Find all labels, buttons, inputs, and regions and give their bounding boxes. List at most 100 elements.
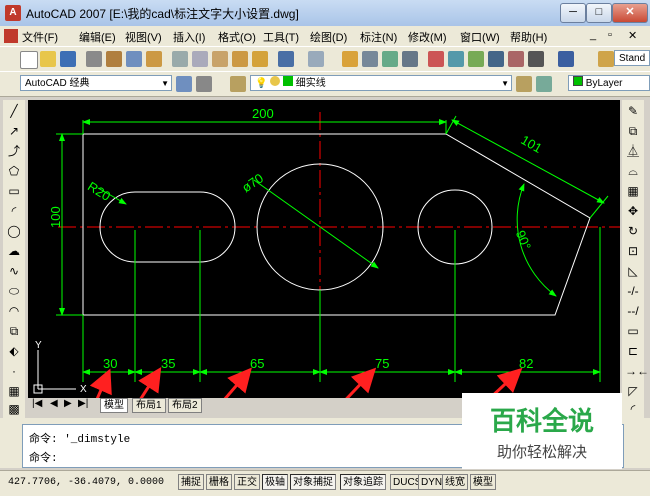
menu-help[interactable]: 帮助(H) — [510, 29, 547, 45]
copy-icon[interactable] — [192, 51, 208, 67]
open-icon[interactable] — [40, 51, 56, 67]
tab-layout2[interactable]: 布局2 — [168, 398, 202, 413]
spline-icon[interactable]: ∿ — [6, 264, 22, 278]
layer-combo[interactable]: 💡 细实线 ▼ — [250, 75, 512, 91]
gradient-icon[interactable]: ▩ — [6, 402, 22, 416]
command-prompt-line[interactable]: 命令: — [29, 449, 58, 465]
lineweight-toggle[interactable]: 线宽 — [442, 474, 468, 490]
doc-close-icon[interactable]: ✕ — [628, 29, 637, 42]
help-icon[interactable] — [558, 51, 574, 67]
menu-view[interactable]: 视图(V) — [125, 29, 162, 45]
break-icon[interactable]: ⊏ — [625, 344, 641, 358]
break-at-point-icon[interactable]: ▭ — [625, 324, 641, 338]
menu-modify[interactable]: 修改(M) — [408, 29, 447, 45]
chamfer-icon[interactable]: ◸ — [625, 384, 641, 398]
rotate-icon[interactable]: ↻ — [625, 224, 641, 238]
first-tab-icon[interactable]: |◀ — [32, 398, 42, 409]
menu-file[interactable]: 文件(F) — [22, 29, 58, 45]
zoom-window-icon[interactable] — [382, 51, 398, 67]
properties-icon[interactable] — [428, 51, 444, 67]
block-editor-icon[interactable] — [252, 51, 268, 67]
doc-minimize-icon[interactable]: _ — [590, 29, 596, 41]
drawing-area[interactable]: 200 101 R20 ø70 100 90° 30 35 65 75 82 Y — [28, 100, 620, 414]
menu-insert[interactable]: 插入(I) — [173, 29, 205, 45]
arc-icon[interactable]: ◜ — [6, 204, 22, 218]
cut-icon[interactable] — [172, 51, 188, 67]
3d-dwf-icon[interactable] — [146, 51, 162, 67]
point-icon[interactable]: · — [6, 364, 22, 378]
new-icon[interactable] — [20, 51, 38, 69]
document-icon[interactable] — [4, 29, 18, 43]
extend-icon[interactable]: --/ — [625, 304, 641, 318]
pan-icon[interactable] — [342, 51, 358, 67]
polygon-icon[interactable]: ⬠ — [6, 164, 22, 178]
trim-icon[interactable]: -/- — [625, 284, 641, 298]
scale-icon[interactable]: ⊡ — [625, 244, 641, 258]
plot-preview-icon[interactable] — [106, 51, 122, 67]
workspace-combo[interactable]: AutoCAD 经典 ▼ — [20, 75, 172, 91]
menu-format[interactable]: 格式(O) — [218, 29, 256, 45]
minimize-button[interactable]: ─ — [560, 3, 586, 23]
publish-icon[interactable] — [126, 51, 142, 67]
fillet-icon[interactable]: ◜ — [625, 402, 641, 416]
menu-tools[interactable]: 工具(T) — [263, 29, 299, 45]
zoom-previous-icon[interactable] — [402, 51, 418, 67]
erase-icon[interactable]: ✎ — [625, 104, 641, 118]
snap-toggle[interactable]: 捕捉 — [178, 474, 204, 490]
osnap-toggle[interactable]: 对象捕捉 — [290, 474, 336, 490]
maximize-button[interactable]: □ — [586, 3, 612, 23]
prev-tab-icon[interactable]: ◀ — [50, 398, 58, 409]
text-style-icon[interactable] — [598, 51, 614, 67]
make-current-layer-icon[interactable] — [516, 76, 532, 92]
insert-block-icon[interactable]: ⧉ — [6, 324, 22, 338]
close-button[interactable]: ✕ — [612, 3, 648, 23]
ellipse-arc-icon[interactable]: ◠ — [6, 304, 22, 318]
save-workspace-icon[interactable] — [196, 76, 212, 92]
zoom-realtime-icon[interactable] — [362, 51, 378, 67]
grid-toggle[interactable]: 栅格 — [206, 474, 232, 490]
menu-dimension[interactable]: 标注(N) — [360, 29, 397, 45]
next-tab-icon[interactable]: ▶ — [64, 398, 72, 409]
stretch-icon[interactable]: ◺ — [625, 264, 641, 278]
autocad-app-icon[interactable]: A — [5, 5, 21, 21]
layer-manager-icon[interactable] — [230, 76, 246, 92]
tab-model[interactable]: 模型 — [100, 398, 128, 413]
paste-icon[interactable] — [212, 51, 228, 67]
last-tab-icon[interactable]: ▶| — [78, 398, 88, 409]
save-icon[interactable] — [60, 51, 76, 67]
color-combo[interactable]: ByLayer — [568, 75, 650, 91]
copy-object-icon[interactable]: ⧉ — [625, 124, 641, 138]
circle-icon[interactable]: ◯ — [6, 224, 22, 238]
hatch-icon[interactable]: ▦ — [6, 384, 22, 398]
otrack-toggle[interactable]: 对象追踪 — [340, 474, 386, 490]
array-icon[interactable]: ▦ — [625, 184, 641, 198]
sheet-set-icon[interactable] — [488, 51, 504, 67]
move-icon[interactable]: ✥ — [625, 204, 641, 218]
tab-layout1[interactable]: 布局1 — [132, 398, 166, 413]
doc-restore-icon[interactable]: ▫ — [608, 29, 612, 41]
make-block-icon[interactable]: ⬖ — [6, 344, 22, 358]
markup-icon[interactable] — [508, 51, 524, 67]
join-icon[interactable]: →← — [625, 364, 649, 378]
layer-previous-icon[interactable] — [536, 76, 552, 92]
polar-toggle[interactable]: 极轴 — [262, 474, 288, 490]
workspace-settings-icon[interactable] — [176, 76, 192, 92]
menu-draw[interactable]: 绘图(D) — [310, 29, 347, 45]
tool-palettes-icon[interactable] — [468, 51, 484, 67]
model-toggle[interactable]: 模型 — [470, 474, 496, 490]
offset-icon[interactable]: ⌓ — [625, 164, 641, 178]
mirror-icon[interactable]: ⏅ — [625, 144, 641, 158]
design-center-icon[interactable] — [448, 51, 464, 67]
line-icon[interactable]: ╱ — [6, 104, 22, 118]
polyline-icon[interactable]: ⤴ — [6, 144, 22, 158]
redo-icon[interactable] — [308, 51, 324, 67]
calculator-icon[interactable] — [528, 51, 544, 67]
plot-icon[interactable] — [86, 51, 102, 67]
undo-icon[interactable] — [278, 51, 294, 67]
construction-line-icon[interactable]: ↗ — [6, 124, 22, 138]
menu-edit[interactable]: 编辑(E) — [79, 29, 116, 45]
ortho-toggle[interactable]: 正交 — [234, 474, 260, 490]
text-style-combo[interactable]: Stand — [614, 50, 650, 66]
match-properties-icon[interactable] — [232, 51, 248, 67]
revision-cloud-icon[interactable]: ☁ — [6, 244, 22, 258]
